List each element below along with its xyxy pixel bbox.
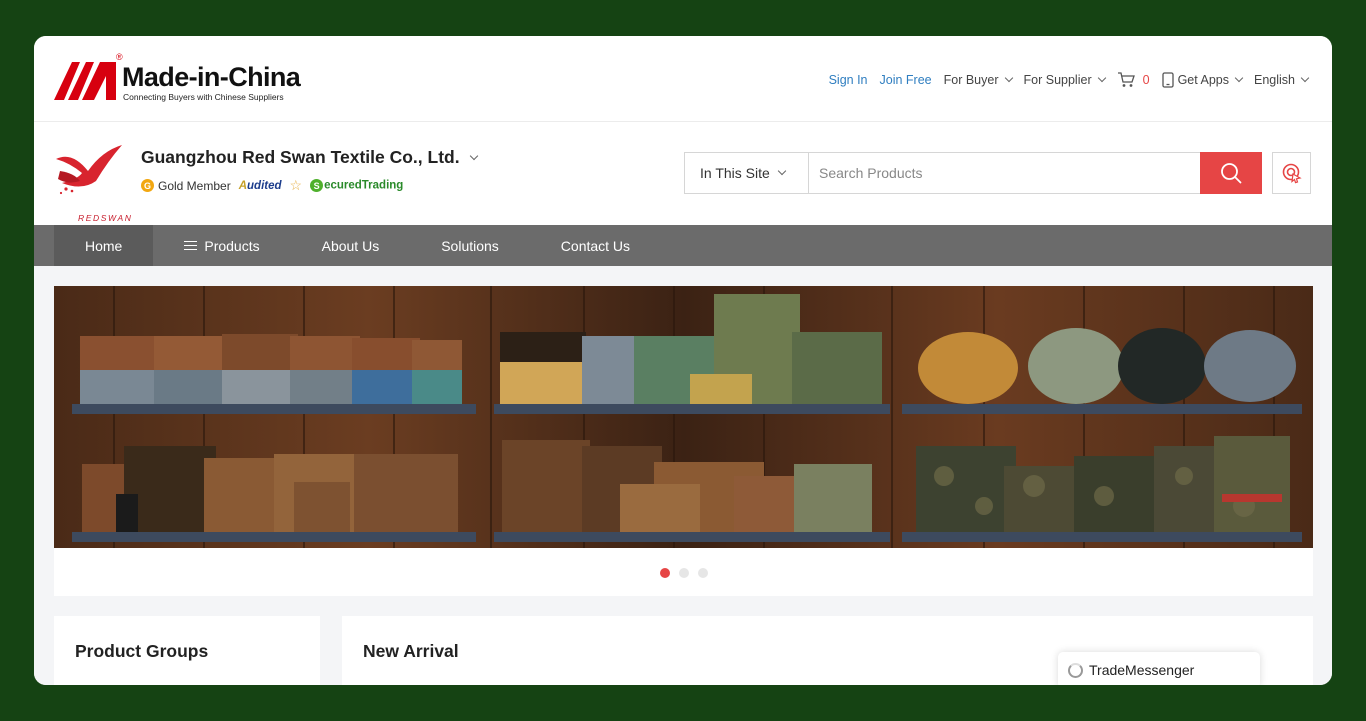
nav-home[interactable]: Home xyxy=(54,225,154,266)
company-bar: REDSWAN Guangzhou Red Swan Textile Co., … xyxy=(34,123,1332,225)
gold-member-label: Gold Member xyxy=(158,178,231,193)
chevron-down-icon xyxy=(469,151,478,160)
main-content: Product Groups New Arrival xyxy=(34,266,1332,685)
language-menu[interactable]: English xyxy=(1254,73,1310,87)
nav-products-label: Products xyxy=(204,237,260,254)
made-in-china-logo[interactable]: ® Made-in-China Connecting Buyers with C… xyxy=(54,50,314,106)
registered-mark: ® xyxy=(116,52,123,62)
secured-shield-icon: S xyxy=(310,179,324,192)
audited-a-letter: A xyxy=(238,179,248,192)
company-name: Guangzhou Red Swan Textile Co., Ltd. xyxy=(141,147,460,167)
company-logo-text: REDSWAN xyxy=(78,213,133,223)
audited-supplier-badge[interactable]: Audited xyxy=(239,180,282,192)
nav-products[interactable]: Products xyxy=(153,225,290,266)
store-nav: Home Products About Us Solutions Contact… xyxy=(34,225,1332,266)
get-apps-menu[interactable]: Get Apps xyxy=(1161,72,1244,88)
carousel-dot-1[interactable] xyxy=(659,568,670,578)
trade-messenger-label: TradeMessenger xyxy=(1089,662,1195,678)
product-search-bar: In This Site xyxy=(684,152,1262,194)
company-logo[interactable]: REDSWAN xyxy=(52,141,131,223)
carousel-dot-3[interactable] xyxy=(697,568,708,578)
company-name-dropdown[interactable]: Guangzhou Red Swan Textile Co., Ltd. xyxy=(141,147,478,168)
logo-tagline: Connecting Buyers with Chinese Suppliers xyxy=(123,92,284,102)
language-label: English xyxy=(1254,73,1295,87)
chevron-down-icon xyxy=(777,166,787,176)
search-button[interactable] xyxy=(1200,152,1262,194)
nav-about-us[interactable]: About Us xyxy=(291,225,411,266)
chevron-down-icon xyxy=(1097,73,1106,83)
banner-carousel xyxy=(54,286,1313,596)
search-icon xyxy=(1221,163,1242,184)
made-in-china-logo-mark xyxy=(54,62,116,100)
sign-in-link[interactable]: Sign In xyxy=(829,73,868,87)
chevron-down-icon xyxy=(1234,73,1244,83)
for-supplier-label: For Supplier xyxy=(1023,73,1092,87)
carousel-dots xyxy=(54,568,1313,578)
nav-contact-us-label: Contact Us xyxy=(560,237,631,254)
secured-trading-badge[interactable]: SecuredTrading xyxy=(310,179,403,192)
browser-page: ® Made-in-China Connecting Buyers with C… xyxy=(34,36,1332,685)
trade-messenger-widget[interactable]: TradeMessenger xyxy=(1058,652,1260,685)
search-scope-select[interactable]: In This Site xyxy=(685,153,809,193)
chevron-down-icon xyxy=(1300,73,1310,83)
cart-icon xyxy=(1117,72,1135,87)
nav-solutions-label: Solutions xyxy=(441,237,499,254)
star-icon[interactable]: ☆ xyxy=(290,177,303,194)
site-header: ® Made-in-China Connecting Buyers with C… xyxy=(34,36,1332,122)
search-scope-label: In This Site xyxy=(700,165,770,181)
chevron-down-icon xyxy=(1004,73,1013,83)
nav-home-label: Home xyxy=(85,237,123,254)
image-search-button[interactable] xyxy=(1272,152,1311,194)
product-groups-title: Product Groups xyxy=(75,641,209,661)
bags-shelf-banner-image xyxy=(54,286,1313,548)
image-search-icon xyxy=(1282,163,1302,184)
join-free-link[interactable]: Join Free xyxy=(880,73,932,87)
gold-member-badge[interactable]: G Gold Member xyxy=(141,179,231,193)
logo-text: Made-in-China xyxy=(122,62,301,92)
loading-spinner-icon xyxy=(1068,662,1083,678)
red-swan-logo-icon xyxy=(56,145,122,195)
product-groups-panel: Product Groups xyxy=(54,616,320,685)
new-arrival-title: New Arrival xyxy=(363,641,459,661)
search-input[interactable] xyxy=(809,153,1200,193)
for-buyer-label: For Buyer xyxy=(943,73,999,87)
mobile-phone-icon xyxy=(1161,72,1174,88)
get-apps-label: Get Apps xyxy=(1177,73,1229,87)
nav-solutions[interactable]: Solutions xyxy=(410,225,530,266)
audited-label: udited xyxy=(247,179,282,192)
top-nav: Sign In Join Free For Buyer For Supplier… xyxy=(829,72,1310,88)
cart-button[interactable]: 0 xyxy=(1117,72,1150,88)
for-buyer-menu[interactable]: For Buyer xyxy=(943,73,1013,87)
nav-about-us-label: About Us xyxy=(321,237,380,254)
list-icon xyxy=(184,240,198,251)
gold-medal-icon: G xyxy=(141,179,154,192)
company-badges: G Gold Member Audited ☆ SecuredTrading xyxy=(141,177,403,194)
nav-contact-us[interactable]: Contact Us xyxy=(530,225,661,266)
carousel-dot-2[interactable] xyxy=(678,568,689,578)
cart-count: 0 xyxy=(1142,73,1150,87)
secured-trading-label: ecuredTrading xyxy=(324,179,404,192)
banner-image[interactable] xyxy=(54,286,1313,548)
for-supplier-menu[interactable]: For Supplier xyxy=(1023,73,1106,87)
